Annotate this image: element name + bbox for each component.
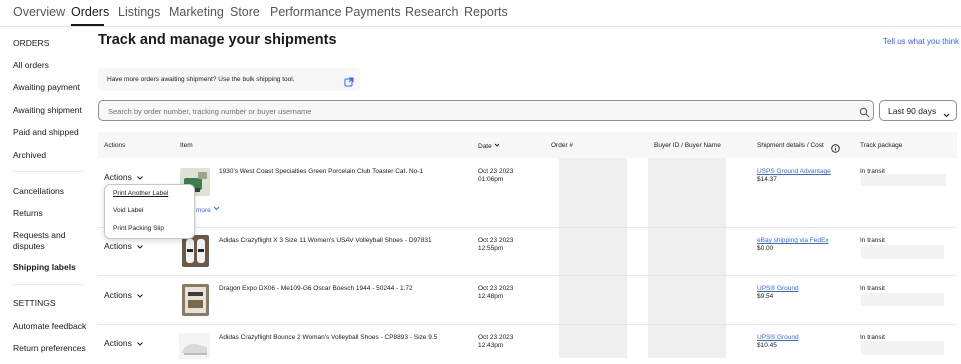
order-time: 01:06pm [478, 176, 504, 183]
item-thumbnail[interactable] [182, 235, 209, 267]
chevron-down-icon [137, 175, 143, 180]
shipping-service-link[interactable]: USPS Ground Advantage [757, 168, 831, 176]
active-tab-indicator [71, 24, 104, 26]
show-more-link[interactable]: more [196, 205, 220, 214]
redacted-tracking-number [861, 245, 944, 259]
order-date: Oct 23 2023 [478, 334, 514, 341]
item-title[interactable]: Adidas Crazyflight Bounce 2 Woman's Voll… [219, 334, 437, 342]
order-time: 12:48pm [478, 293, 504, 300]
page-title: Track and manage your shipments [98, 32, 337, 48]
track-status: In transit [860, 237, 885, 244]
tab-listings[interactable]: Listings [118, 5, 160, 19]
menu-item-print-packing-slip[interactable]: Print Packing Slip [113, 225, 164, 232]
item-title[interactable]: Adidas Crazyflight X 3 Size 11 Women's U… [219, 237, 432, 245]
shipping-cost: $9.54 [757, 293, 774, 300]
row-divider [98, 275, 957, 276]
search-input[interactable]: Search by order number, tracking number … [98, 100, 874, 121]
column-header-shipment: Shipment details / Cost [757, 142, 824, 149]
actions-button[interactable]: Actions [104, 241, 144, 251]
column-header-item: Item [180, 142, 193, 149]
sidebar-divider [13, 171, 83, 172]
sidebar-item-awaiting-payment[interactable]: Awaiting payment [13, 82, 80, 93]
shipping-service-link[interactable]: UPS® Ground [757, 334, 799, 342]
sidebar-item-awaiting-shipment[interactable]: Awaiting shipment [13, 105, 82, 116]
sidebar-item-cancellations[interactable]: Cancellations [13, 186, 64, 197]
info-icon[interactable] [831, 140, 840, 153]
search-icon[interactable] [859, 105, 870, 118]
sidebar-divider [13, 284, 83, 285]
column-header-actions: Actions [104, 142, 126, 149]
chevron-down-icon [137, 341, 143, 346]
feedback-link[interactable]: Tell us what you think [883, 37, 959, 46]
item-thumbnail[interactable] [179, 333, 210, 359]
tab-research[interactable]: Research [405, 5, 459, 19]
banner-text: Have more orders awaiting shipment? Use … [107, 76, 295, 83]
shipping-cost: $0.00 [757, 245, 774, 252]
track-status: In transit [860, 285, 885, 292]
order-date: Oct 23 2023 [478, 168, 514, 175]
column-header-order: Order # [551, 142, 574, 149]
sidebar-item-automate-feedback[interactable]: Automate feedback [13, 321, 86, 332]
shipping-service-link[interactable]: UPS® Ground [757, 285, 799, 293]
actions-button[interactable]: Actions [104, 172, 144, 182]
sidebar-item-return-preferences[interactable]: Return preferences [13, 343, 86, 354]
chevron-down-icon [213, 206, 219, 211]
chevron-down-icon [137, 244, 143, 249]
bulk-shipping-banner: Have more orders awaiting shipment? Use … [98, 68, 360, 91]
external-link-icon[interactable] [344, 74, 354, 87]
actions-button[interactable]: Actions [104, 290, 144, 300]
actions-dropdown-menu: Print Another Label Void Label Print Pac… [104, 184, 195, 239]
sidebar-heading-settings: SETTINGS [13, 298, 56, 308]
redacted-buyer-ids [648, 158, 726, 358]
column-header-buyer: Buyer ID / Buyer Name [654, 142, 721, 149]
redacted-order-numbers [559, 158, 627, 358]
tab-payments[interactable]: Payments [345, 5, 401, 19]
order-time: 12:43pm [478, 342, 504, 349]
date-range-select[interactable]: Last 90 days [879, 100, 957, 121]
table-header: Actions Item Date Order # Buyer ID / Buy… [98, 132, 957, 158]
actions-button[interactable]: Actions [104, 338, 144, 348]
top-nav: Overview Orders Listings Marketing Store… [0, 0, 961, 27]
tab-overview[interactable]: Overview [13, 5, 65, 19]
sidebar-item-returns[interactable]: Returns [13, 208, 43, 219]
item-title[interactable]: Dragon Expo DX06 - Me109-G6 Oscar Boesch… [219, 285, 413, 293]
order-time: 12:55pm [478, 245, 504, 252]
order-date: Oct 23 2023 [478, 285, 514, 292]
tab-store[interactable]: Store [230, 5, 260, 19]
tab-reports[interactable]: Reports [464, 5, 508, 19]
redacted-tracking-number [861, 174, 946, 186]
shipping-cost: $10.45 [757, 342, 777, 349]
menu-item-print-another-label[interactable]: Print Another Label [113, 190, 168, 197]
sidebar-item-shipping-labels[interactable]: Shipping labels [13, 262, 76, 273]
item-thumbnail[interactable] [182, 284, 209, 316]
sidebar-item-all-orders[interactable]: All orders [13, 60, 49, 71]
sidebar-item-paid-and-shipped[interactable]: Paid and shipped [13, 127, 79, 138]
tab-orders[interactable]: Orders [71, 5, 109, 19]
tab-performance[interactable]: Performance [270, 5, 342, 19]
menu-item-void-label[interactable]: Void Label [113, 207, 143, 214]
row-divider [98, 324, 957, 325]
tab-marketing[interactable]: Marketing [169, 5, 224, 19]
item-title[interactable]: 1930's West Coast Specialties Green Porc… [219, 168, 423, 176]
date-range-value: Last 90 days [888, 106, 937, 116]
chevron-down-icon [137, 293, 143, 298]
shipping-cost: $14.37 [757, 176, 777, 183]
search-placeholder: Search by order number, tracking number … [108, 107, 312, 116]
order-date: Oct 23 2023 [478, 237, 514, 244]
row-divider [98, 227, 957, 228]
redacted-tracking-number [861, 341, 944, 355]
shipping-service-link[interactable]: eBay shipping via FedEx [757, 237, 829, 245]
sidebar-item-requests-and-disputes[interactable]: Requests and disputes [13, 230, 83, 252]
column-header-date[interactable]: Date [478, 142, 500, 150]
sort-chevron-icon [494, 143, 499, 147]
column-header-track: Track package [860, 142, 903, 149]
sidebar-item-archived[interactable]: Archived [13, 150, 46, 161]
sidebar-heading-orders: ORDERS [13, 38, 50, 48]
redacted-tracking-number [861, 293, 944, 306]
chevron-down-icon [942, 107, 951, 118]
